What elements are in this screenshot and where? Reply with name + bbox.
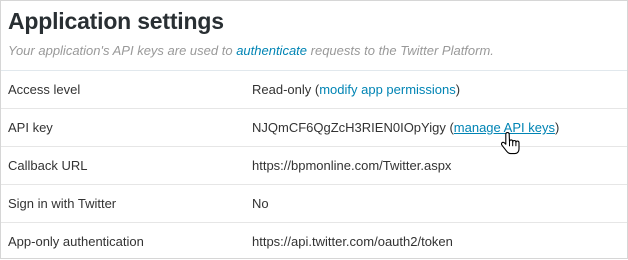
page-title: Application settings — [8, 8, 224, 34]
app-only-authentication-label: App-only authentication — [8, 234, 144, 249]
callback-url-label: Callback URL — [8, 158, 88, 173]
api-key-value-text: NJQmCF6QgZcH3RIEN0IOpYigy ( — [252, 120, 454, 135]
application-settings-panel: Application settings Your application's … — [0, 0, 628, 259]
sign-in-with-twitter-value: No — [252, 196, 269, 211]
api-key-label: API key — [8, 120, 53, 135]
api-key-value-suffix: ) — [554, 120, 560, 135]
access-level-label: Access level — [8, 82, 81, 97]
settings-row-access-level: Access level Read-only (modify app permi… — [1, 70, 627, 108]
access-level-value-text: Read-only ( — [252, 82, 320, 97]
callback-url-value: https://bpmonline.com/Twitter.aspx — [252, 158, 452, 173]
settings-row-sign-in-with-twitter: Sign in with Twitter No — [1, 184, 627, 222]
settings-row-callback-url: Callback URL https://bpmonline.com/Twitt… — [1, 146, 627, 184]
access-level-value-suffix: ) — [455, 82, 461, 97]
sign-in-with-twitter-label: Sign in with Twitter — [8, 196, 117, 211]
modify-app-permissions-link[interactable]: modify app permissions — [319, 82, 456, 97]
authenticate-link[interactable]: authenticate — [236, 43, 307, 58]
settings-header: Application settings Your application's … — [1, 1, 627, 59]
settings-table: Access level Read-only (modify app permi… — [1, 70, 627, 260]
access-level-value: Read-only (modify app permissions) — [252, 71, 460, 108]
subtitle-text-after: requests to the Twitter Platform. — [307, 43, 494, 58]
settings-row-api-key: API key NJQmCF6QgZcH3RIEN0IOpYigy (manag… — [1, 108, 627, 146]
app-only-authentication-value: https://api.twitter.com/oauth2/token — [252, 234, 453, 249]
page-subtitle: Your application's API keys are used to … — [8, 43, 620, 59]
hand-pointer-icon — [501, 131, 520, 155]
subtitle-text-before: Your application's API keys are used to — [8, 43, 237, 58]
settings-row-app-only-authentication: App-only authentication https://api.twit… — [1, 222, 627, 260]
